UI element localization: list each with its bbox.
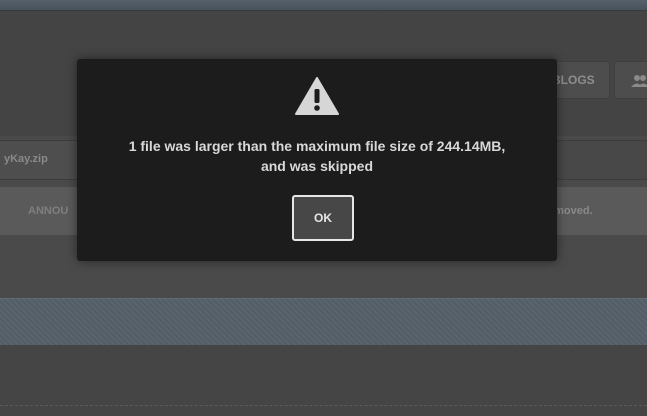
page: BLOGS yKay.zip ANNOU emoved. 1 file was … [0,0,647,416]
attachment-filename: yKay.zip [4,153,48,165]
dashed-divider [0,405,647,406]
dialog-message: 1 file was larger than the maximum file … [77,136,557,176]
ok-button[interactable]: OK [292,195,354,241]
announcement-label: ANNOU [28,205,69,217]
section-divider-band [0,298,647,346]
dialog-message-line2: and was skipped [260,158,374,174]
nav-people-link[interactable] [614,61,647,99]
upload-error-dialog: 1 file was larger than the maximum file … [77,59,557,261]
people-icon [631,75,647,88]
warning-icon [295,77,339,115]
top-banner [0,0,647,10]
dialog-message-line1: 1 file was larger than the maximum file … [128,138,506,154]
nav-blogs-label: BLOGS [552,73,595,87]
attachment-file[interactable]: yKay.zip [0,141,89,179]
